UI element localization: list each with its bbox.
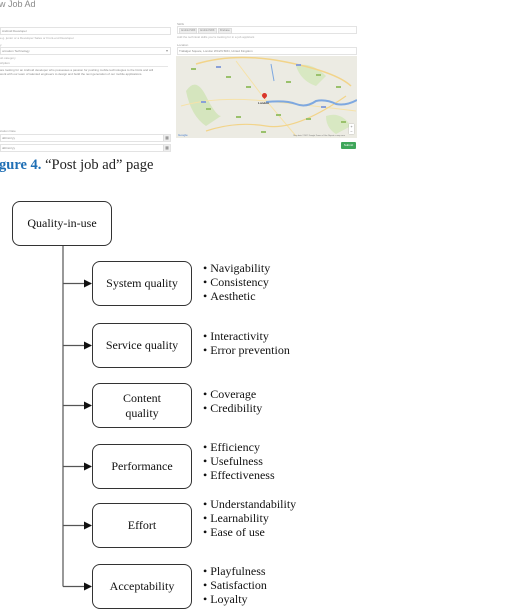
- attribute-item: Interactivity: [203, 329, 290, 343]
- calendar-icon[interactable]: ▦: [163, 145, 170, 151]
- node-label: Content quality: [123, 390, 161, 420]
- skill-tag[interactable]: Firebase: [218, 28, 232, 34]
- description-label: cription: [0, 61, 10, 65]
- figure-caption: gure 4. “Post job ad” page: [0, 157, 153, 174]
- attribute-item: Aesthetic: [203, 289, 270, 303]
- node-label: Acceptability: [109, 579, 175, 593]
- date-from-input[interactable]: dd/mm/yy ▦: [0, 134, 171, 142]
- skills-tag-input[interactable]: Android SDK Android NDK Firebase: [177, 26, 357, 34]
- zoom-out-button[interactable]: −: [349, 129, 354, 134]
- date-to-input[interactable]: dd/mm/yy ▦: [0, 144, 171, 152]
- submit-button[interactable]: Submit: [341, 142, 356, 149]
- content-quality-attributes: Coverage Credibility: [203, 387, 262, 415]
- attribute-item: Effectiveness: [203, 468, 274, 482]
- node-performance: Performance: [92, 444, 192, 489]
- location-input[interactable]: Trafalgar Square, London WC2N 5DN, Unite…: [177, 47, 357, 55]
- acceptability-attributes: Playfulness Satisfaction Loyalty: [203, 564, 267, 606]
- skill-tag[interactable]: Android SDK: [179, 28, 198, 34]
- performance-attributes: Efficiency Usefulness Effectiveness: [203, 440, 275, 482]
- node-label: System quality: [106, 276, 178, 290]
- service-quality-attributes: Interactivity Error prevention: [203, 329, 290, 357]
- node-label: Service quality: [105, 338, 179, 352]
- node-service-quality: Service quality: [92, 323, 192, 368]
- node-label: Effort: [127, 518, 157, 532]
- category-help: ob category: [0, 56, 16, 60]
- figure-caption-text: “Post job ad” page: [45, 157, 154, 173]
- attribute-item: Satisfaction: [203, 578, 267, 592]
- root-node-label: Quality-in-use: [27, 216, 97, 230]
- calendar-icon[interactable]: ▦: [163, 135, 170, 141]
- job-title-help: e.g. junior or a Developer Sales or Fron…: [0, 36, 74, 40]
- system-quality-attributes: Navigability Consistency Aesthetic: [203, 261, 270, 303]
- attribute-item: Ease of use: [203, 525, 296, 539]
- chevron-down-icon: ▾: [165, 48, 168, 53]
- job-title-field[interactable]: Android Developer: [0, 27, 171, 35]
- map-attribution: Map data ©2017 Google Terms of Use Repor…: [293, 135, 345, 137]
- attribute-item: Understandability: [203, 497, 296, 511]
- date-to-placeholder: dd/mm/yy: [2, 146, 16, 150]
- skills-help: Add the technical skills you're looking …: [177, 35, 255, 39]
- map-zoom-control[interactable]: + −: [349, 124, 354, 134]
- map-city-label: London: [258, 101, 269, 105]
- node-acceptability: Acceptability: [92, 564, 192, 609]
- description-divider: [0, 66, 168, 67]
- effort-attributes: Understandability Learnability Ease of u…: [203, 497, 296, 539]
- attribute-item: Loyalty: [203, 592, 267, 606]
- post-job-ad-screenshot: w Job Ad Android Developer e.g. junior o…: [0, 0, 358, 152]
- figure-number: gure 4.: [0, 157, 42, 173]
- attribute-item: Consistency: [203, 275, 270, 289]
- attribute-item: Error prevention: [203, 343, 290, 357]
- date-label: ication Date: [0, 129, 16, 133]
- location-map[interactable]: London Google Map data ©2017 Google Term…: [176, 56, 357, 138]
- attribute-item: Credibility: [203, 401, 262, 415]
- attribute-item: Playfulness: [203, 564, 267, 578]
- attribute-item: Efficiency: [203, 440, 275, 454]
- attribute-item: Usefulness: [203, 454, 275, 468]
- root-node-quality-in-use: Quality-in-use: [12, 201, 112, 246]
- node-label: Performance: [111, 459, 173, 473]
- node-effort: Effort: [92, 503, 192, 548]
- category-value: ormation Technology: [2, 49, 30, 53]
- attribute-item: Coverage: [203, 387, 262, 401]
- google-logo: Google: [178, 133, 188, 137]
- node-system-quality: System quality: [92, 261, 192, 306]
- category-select[interactable]: ormation Technology ▾: [0, 47, 171, 55]
- quality-in-use-diagram: Quality-in-use System quality Navigabili…: [0, 190, 521, 609]
- form-page-title: w Job Ad: [0, 0, 36, 9]
- skill-tag[interactable]: Android NDK: [198, 28, 217, 34]
- attribute-item: Learnability: [203, 511, 296, 525]
- description-textarea[interactable]: are looking for an Android developer who…: [0, 68, 160, 122]
- attribute-item: Navigability: [203, 261, 270, 275]
- date-from-placeholder: dd/mm/yy: [2, 136, 16, 140]
- node-content-quality: Content quality: [92, 383, 192, 428]
